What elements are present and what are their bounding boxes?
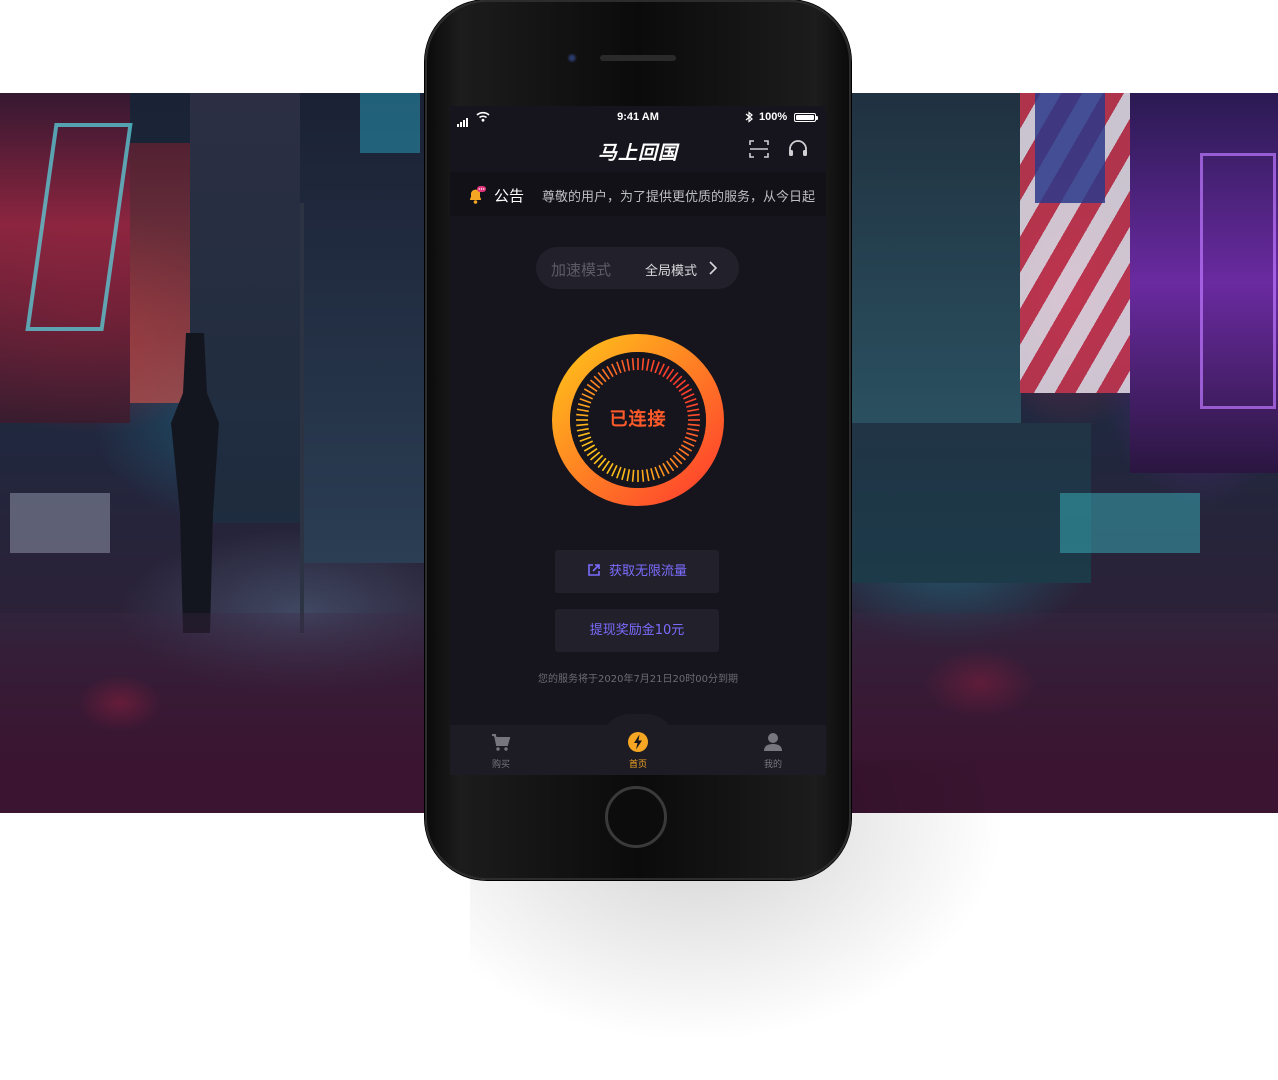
- tab-mine[interactable]: 我的: [733, 725, 813, 775]
- tab-home-label: 首页: [628, 760, 647, 770]
- bluetooth-icon: [745, 111, 753, 123]
- get-unlimited-traffic-button[interactable]: 获取无限流量: [555, 550, 719, 593]
- scan-icon[interactable]: [747, 137, 771, 161]
- tab-buy-label: 购买: [491, 760, 510, 770]
- headset-icon[interactable]: [786, 137, 810, 161]
- announcement-bar[interactable]: 公告 尊敬的用户，为了提供更优质的服务，从今日起: [450, 172, 826, 216]
- withdraw-bonus-label: 提现奖励金10元: [589, 623, 685, 638]
- navigation-bar: 马上回国: [450, 128, 826, 172]
- get-unlimited-traffic-label: 获取无限流量: [608, 564, 687, 579]
- battery-icon: [794, 113, 816, 122]
- app-screen: 9:41 AM 100% 马上回国 公告 尊敬的用户，为了提供更优质的服务，从今…: [450, 106, 826, 775]
- connection-status-text: 已连接: [609, 409, 667, 430]
- announcement-label: 公告: [494, 187, 525, 205]
- front-camera: [566, 52, 578, 64]
- lightning-icon: [628, 732, 648, 752]
- connect-toggle-button[interactable]: 已连接: [552, 334, 724, 506]
- tab-mine-label: 我的: [763, 760, 782, 770]
- mode-value: 全局模式: [645, 264, 698, 279]
- withdraw-bonus-button[interactable]: 提现奖励金10元: [555, 609, 719, 652]
- status-bar: 9:41 AM 100%: [450, 106, 826, 128]
- mode-label: 加速模式: [551, 261, 612, 279]
- service-expiry-text: 您的服务将于2020年7月21日20时00分到期: [538, 674, 738, 685]
- user-icon: [764, 733, 782, 751]
- home-button[interactable]: [605, 786, 667, 848]
- tab-buy[interactable]: 购买: [461, 725, 541, 775]
- external-link-icon: [588, 564, 600, 576]
- chevron-right-icon: [709, 261, 718, 275]
- bell-icon: [470, 186, 486, 204]
- cart-icon: [492, 734, 511, 751]
- announcement-text: 尊敬的用户，为了提供更优质的服务，从今日起: [542, 190, 816, 205]
- battery-percentage: 100%: [759, 111, 788, 123]
- acceleration-mode-selector[interactable]: 加速模式 全局模式: [536, 247, 739, 289]
- earpiece-speaker: [600, 55, 676, 61]
- tab-home[interactable]: 首页: [598, 725, 678, 775]
